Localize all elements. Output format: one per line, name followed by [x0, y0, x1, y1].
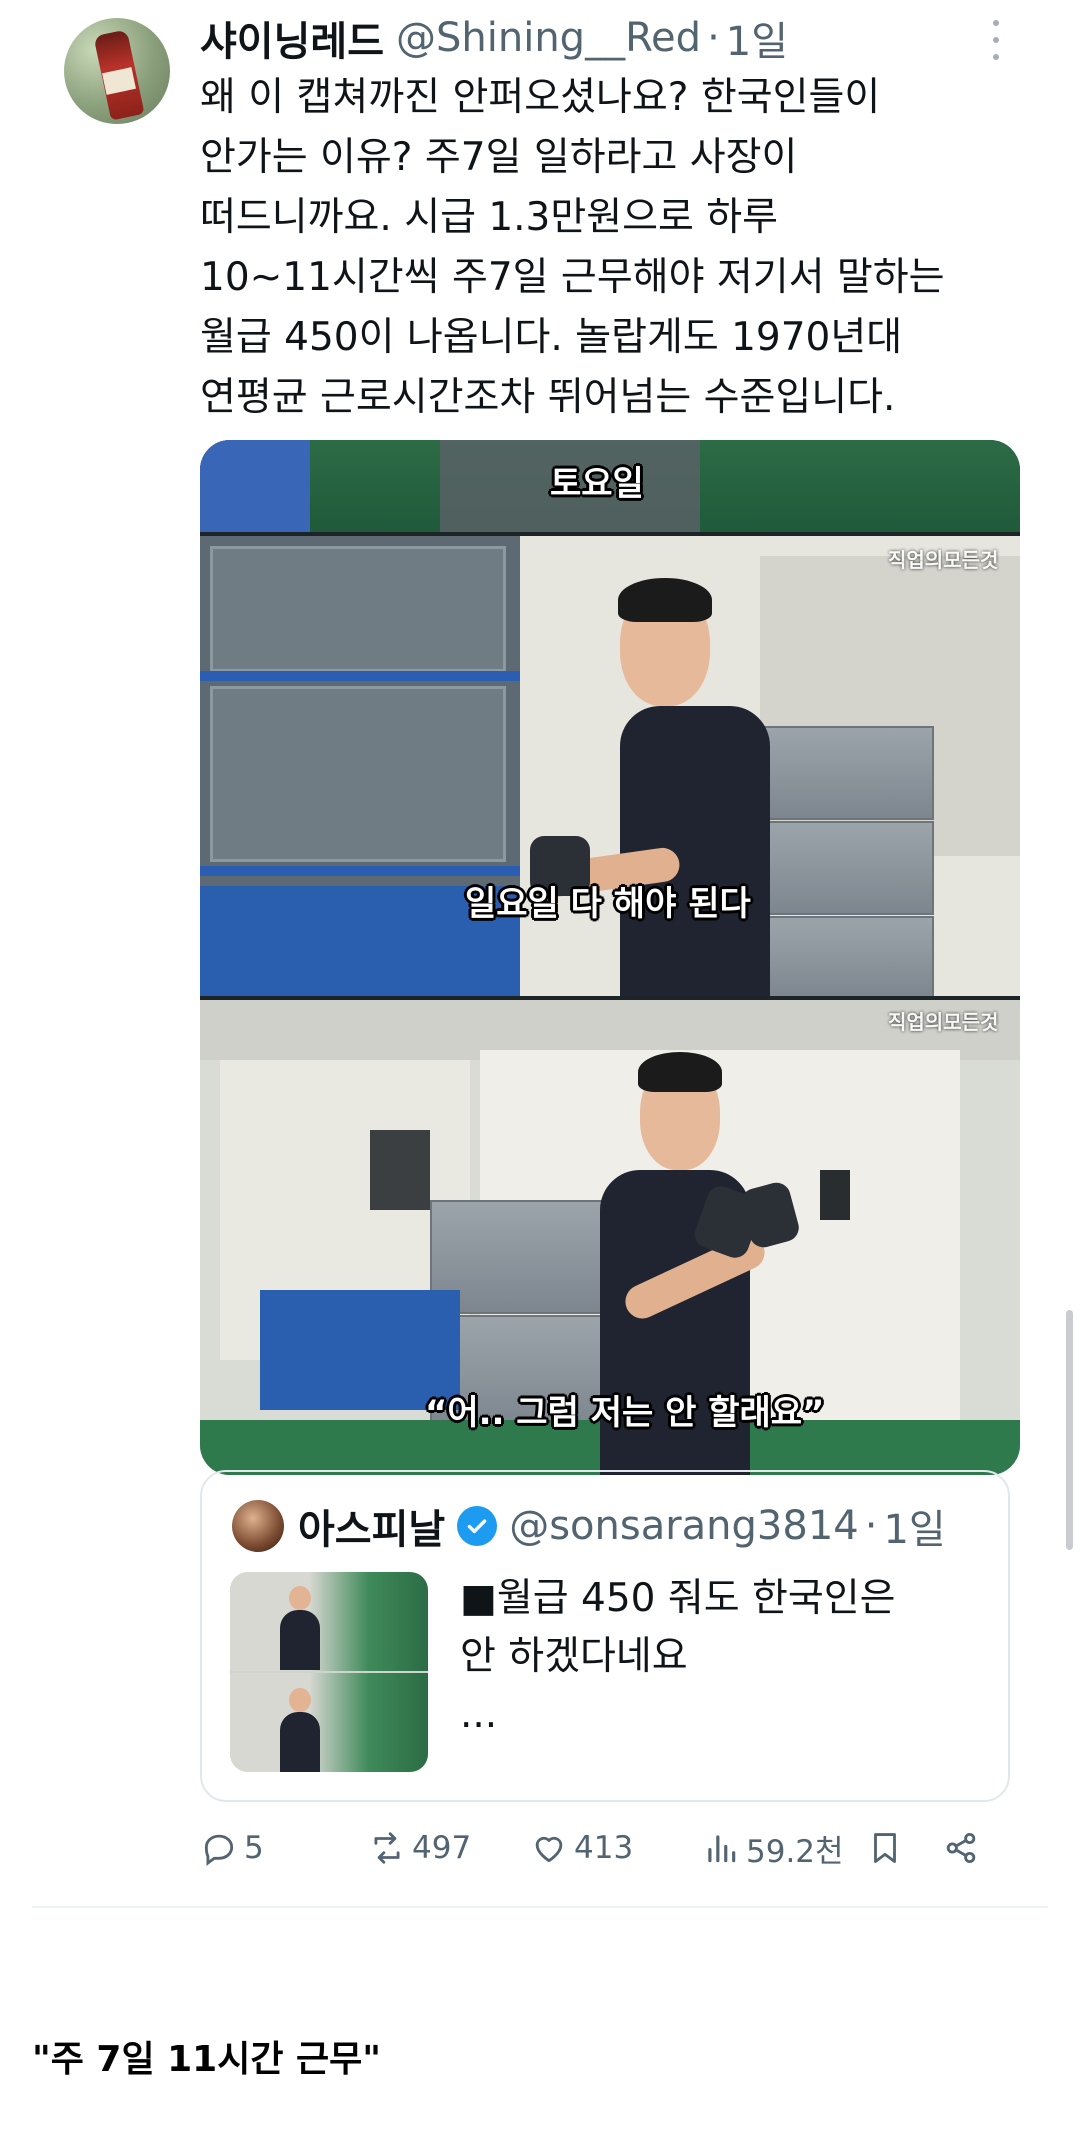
quoted-tweet-text: ■월급 450 줘도 한국인은 안 하겠다네요 ... — [460, 1570, 980, 1744]
share-icon — [946, 1832, 976, 1864]
reply-button[interactable]: 5 — [200, 1820, 264, 1876]
user-avatar[interactable] — [64, 18, 170, 124]
video-frame-2: 일요일 다 해야 된다 직업의모든것 — [200, 536, 1020, 996]
quoted-text-line: ... — [460, 1692, 498, 1737]
display-name[interactable]: 샤이닝레드 — [200, 9, 384, 67]
retweet-count: 497 — [412, 1830, 472, 1866]
views-chart-icon — [708, 1835, 736, 1863]
quoted-tweet-thumbnail[interactable] — [230, 1572, 428, 1772]
bookmark-icon — [874, 1833, 896, 1863]
tweet-text: 왜 이 캡쳐까진 안퍼오셨나요? 한국인들이 안가는 이유? 주7일 일하라고 … — [200, 68, 1030, 428]
tweet-text-line: 월급 450이 나옵니다. 놀랍게도 1970년대 — [200, 315, 903, 360]
tweet-text-line: 연평균 근로시간조차 뛰어넘는 수준입니다. — [200, 375, 896, 420]
like-count: 413 — [574, 1830, 634, 1866]
views-count: 59.2천 — [746, 1833, 844, 1870]
retweet-icon — [374, 1832, 400, 1864]
tweet-action-bar: 5 497 413 59.2천 — [200, 1820, 1000, 1876]
user-handle[interactable]: @Shining__Red — [396, 15, 701, 61]
quoted-text-line: 안 하겠다네요 — [460, 1634, 688, 1679]
tweet-divider — [32, 1906, 1048, 1908]
quoted-tweet-time[interactable]: 1일 — [883, 1497, 945, 1555]
retweet-button[interactable]: 497 — [368, 1820, 471, 1876]
tweet-text-line: 왜 이 캡쳐까진 안퍼오셨나요? 한국인들이 — [200, 75, 881, 120]
reply-count: 5 — [244, 1830, 264, 1866]
quoted-display-name[interactable]: 아스피날 — [298, 1497, 445, 1555]
post-caption: "주 7일 11시간 근무" — [32, 2039, 381, 2080]
frame-1-subtitle: 토요일 — [550, 464, 644, 504]
reply-icon — [204, 1834, 234, 1866]
like-button[interactable]: 413 — [530, 1820, 633, 1876]
quoted-text-line: ■월급 450 줘도 한국인은 — [460, 1576, 896, 1621]
tweet-time[interactable]: 1일 — [726, 9, 788, 67]
heart-icon — [535, 1836, 563, 1863]
frame-3-watermark: 직업의모든것 — [888, 1010, 999, 1034]
tweet-text-line: 10~11시간씩 주7일 근무해야 저기서 말하는 — [200, 255, 945, 300]
quoted-user-handle[interactable]: @sonsarang3814 — [509, 1503, 859, 1549]
quoted-tweet-header: 아스피날 @sonsarang3814 · 1일 — [298, 1494, 946, 1558]
verified-badge-icon — [457, 1506, 498, 1546]
views-button[interactable]: 59.2천 — [702, 1820, 844, 1876]
frame-3-subtitle: “어.. 그럼 저는 안 할래요” — [425, 1393, 825, 1433]
tweet-text-line: 안가는 이유? 주7일 일하라고 사장이 — [200, 135, 798, 180]
quoted-tweet-card[interactable]: 아스피날 @sonsarang3814 · 1일 ■월급 450 줘도 한국인은… — [200, 1470, 1010, 1802]
separator-dot: · — [864, 1503, 878, 1549]
share-button[interactable] — [942, 1820, 986, 1876]
scrollbar-thumb[interactable] — [1066, 1310, 1073, 1550]
tweet-media-image[interactable]: 토요일 일요일 다 해야 된다 직업의모든것 “어.. 그럼 저는 안 할래요”… — [200, 440, 1020, 1475]
tweet-header: 샤이닝레드 @Shining__Red · 1일 — [200, 10, 788, 66]
separator-dot: · — [707, 15, 720, 61]
video-frame-3: “어.. 그럼 저는 안 할래요” 직업의모든것 — [200, 1000, 1020, 1475]
more-options-icon[interactable] — [986, 20, 1006, 60]
tweet-text-line: 떠드니까요. 시급 1.3만원으로 하루 — [200, 195, 779, 240]
frame-2-watermark: 직업의모든것 — [888, 548, 999, 572]
video-frame-1: 토요일 — [200, 440, 1020, 532]
quoted-user-avatar[interactable] — [232, 1500, 284, 1552]
bookmark-button[interactable] — [866, 1820, 910, 1876]
frame-2-subtitle: 일요일 다 해야 된다 — [465, 884, 751, 924]
